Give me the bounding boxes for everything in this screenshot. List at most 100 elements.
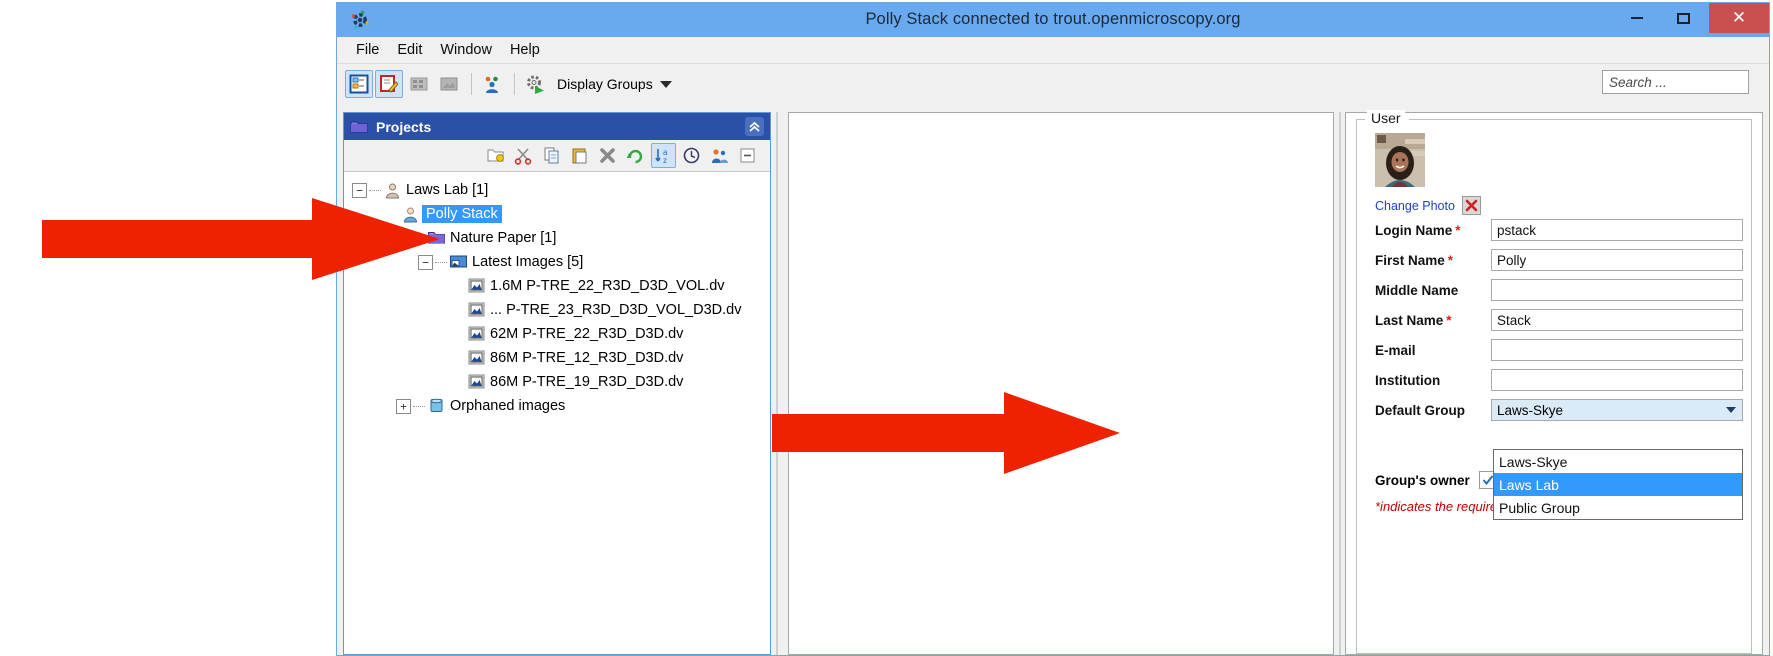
new-container-button[interactable] [483, 143, 508, 168]
required-asterisk: * [1447, 252, 1454, 268]
chevron-double-up-icon [749, 121, 760, 132]
center-content-panel[interactable] [788, 112, 1334, 655]
maximize-icon [1676, 12, 1690, 24]
tree-connector [413, 405, 425, 407]
left-splitter[interactable] [771, 112, 782, 655]
label-text: Default Group [1375, 402, 1465, 418]
user-groupbox-legend: User [1367, 110, 1405, 126]
label-text: E-mail [1375, 342, 1416, 358]
change-photo-link[interactable]: Change Photo [1375, 199, 1455, 213]
users-icon [712, 149, 728, 163]
tree-item-86m-p-tre-12-r3d-d3d-dv[interactable]: 86M P-TRE_12_R3D_D3D.dv [348, 346, 770, 370]
caret-down-icon [659, 80, 672, 88]
input-login-name[interactable]: pstack [1491, 219, 1743, 241]
tree-view-icon [349, 74, 369, 94]
image-icon [468, 278, 485, 295]
input-last-name[interactable]: Stack [1491, 309, 1743, 331]
collapse-panel-button[interactable] [745, 117, 764, 136]
input-middle-name[interactable] [1491, 279, 1743, 301]
tree-connector [369, 189, 381, 191]
default-group-select[interactable]: Laws-Skye [1491, 399, 1743, 421]
tree-item-label: Latest Images [5] [472, 254, 584, 270]
required-asterisk: * [1446, 312, 1452, 328]
sort-az-button[interactable]: a z [651, 143, 676, 168]
new-folder-icon [487, 149, 504, 162]
input-institution[interactable] [1491, 369, 1743, 391]
maximize-button[interactable] [1660, 3, 1706, 33]
dropdown-option-public-group[interactable]: Public Group [1494, 496, 1742, 519]
menu-item-help[interactable]: Help [501, 39, 549, 61]
edit-metadata-button[interactable] [375, 70, 403, 98]
image-icon [468, 302, 485, 319]
label-text: Institution [1375, 372, 1441, 388]
refresh-icon [626, 149, 643, 164]
close-icon: ✕ [1731, 7, 1747, 28]
grid-view-icon [410, 77, 428, 91]
clock-icon [683, 147, 700, 164]
window-body: Projects a z − Laws Lab [1] Polly Stack … [337, 104, 1769, 655]
splitter-bar [1338, 112, 1341, 655]
required-asterisk: * [1455, 222, 1461, 238]
tree-item-label: 62M P-TRE_22_R3D_D3D.dv [490, 326, 684, 342]
copy-button[interactable] [539, 143, 564, 168]
delete-photo-button[interactable] [1461, 196, 1481, 215]
tree-item-label: Nature Paper [1] [450, 230, 557, 246]
menu-item-file[interactable]: File [347, 39, 388, 61]
right-splitter[interactable] [1334, 112, 1345, 655]
close-button[interactable]: ✕ [1709, 3, 1769, 33]
menu-item-window[interactable]: Window [431, 39, 501, 61]
input-first-name[interactable]: Polly [1491, 249, 1743, 271]
image-icon [468, 326, 485, 343]
menu-item-edit[interactable]: Edit [388, 39, 431, 61]
minimize-button[interactable] [1614, 3, 1660, 33]
thumbnail-view-button[interactable] [405, 70, 433, 98]
collapse-all-button[interactable] [735, 143, 760, 168]
field-label-last-name: Last Name * [1375, 313, 1491, 328]
toolbar-separator-1 [471, 73, 472, 95]
search-input[interactable]: Search ... [1602, 70, 1749, 94]
info-button[interactable] [679, 143, 704, 168]
label-text: Login Name [1375, 222, 1453, 238]
red-x-icon [1465, 199, 1478, 212]
tree-item-p-tre-23-r3d-d3d-vol-d3d-dv[interactable]: ... P-TRE_23_R3D_D3D_VOL_D3D.dv [348, 298, 770, 322]
default-group-dropdown-list[interactable]: Laws-Skye Laws Lab Public Group [1493, 449, 1743, 520]
tree-item-86m-p-tre-19-r3d-d3d-dv[interactable]: 86M P-TRE_19_R3D_D3D.dv [348, 370, 770, 394]
main-toolbar: Display Groups Search ... [337, 64, 1769, 105]
projects-panel-title: Projects [376, 118, 432, 135]
avatar [1375, 133, 1425, 187]
field-row-first-name: First Name * Polly [1375, 245, 1743, 275]
user-groupbox: User Change Photo Login Name * pstack Fi… [1356, 110, 1752, 654]
groups-users-button[interactable] [478, 70, 506, 98]
label-text: Middle Name [1375, 282, 1459, 298]
paste-button[interactable] [567, 143, 592, 168]
field-row-login-name: Login Name * pstack [1375, 215, 1743, 245]
display-groups-button[interactable]: Display Groups [557, 76, 672, 92]
image-view-button[interactable] [435, 70, 463, 98]
dropdown-option-laws-skye[interactable]: Laws-Skye [1494, 450, 1742, 473]
tree-item-label: 86M P-TRE_12_R3D_D3D.dv [490, 350, 684, 366]
expand-icon[interactable]: + [396, 398, 411, 414]
scripts-button[interactable] [521, 70, 549, 98]
dropdown-option-laws-lab[interactable]: Laws Lab [1494, 473, 1742, 496]
people-icon [485, 76, 498, 93]
refresh-button[interactable] [623, 143, 648, 168]
tree-item-62m-p-tre-22-r3d-d3d-dv[interactable]: 62M P-TRE_22_R3D_D3D.dv [348, 322, 770, 346]
input-e-mail[interactable] [1491, 339, 1743, 361]
paste-icon [572, 148, 587, 164]
users-button[interactable] [707, 143, 732, 168]
tree-toolbar: a z [344, 140, 770, 172]
tree-item-label: ... P-TRE_23_R3D_D3D_VOL_D3D.dv [490, 302, 742, 318]
chevron-down-icon [1726, 407, 1736, 413]
user-fields: Login Name * pstack First Name * Polly Middle … [1365, 215, 1743, 425]
tree-view-button[interactable] [345, 70, 373, 98]
tree-item-orphaned-images[interactable]: + Orphaned images [348, 394, 770, 418]
arrow-to-default-group [772, 392, 1120, 474]
delete-button[interactable] [595, 143, 620, 168]
cut-button[interactable] [511, 143, 536, 168]
field-label-login-name: Login Name * [1375, 223, 1491, 238]
change-photo-row: Change Photo [1375, 196, 1743, 215]
input-value: Polly [1497, 252, 1527, 268]
search-placeholder: Search ... [1609, 74, 1667, 90]
image-view-icon [440, 77, 458, 91]
input-value: Stack [1497, 312, 1531, 328]
